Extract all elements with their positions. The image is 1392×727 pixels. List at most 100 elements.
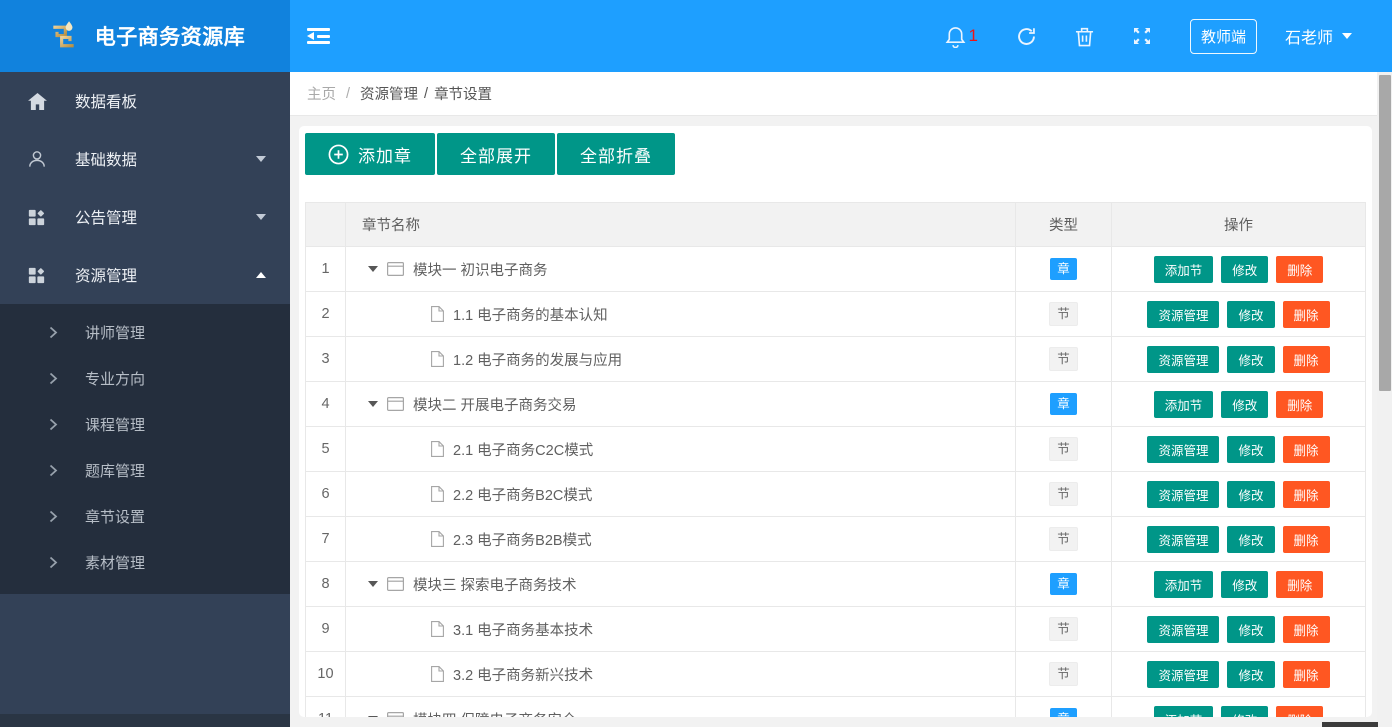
- delete-button[interactable]: 删除: [1282, 345, 1330, 373]
- resource-manage-button[interactable]: 资源管理: [1147, 660, 1220, 688]
- vertical-scrollbar-thumb[interactable]: [1378, 75, 1391, 391]
- edit-button[interactable]: 修改: [1221, 570, 1269, 598]
- user-menu[interactable]: 石老师: [1285, 24, 1352, 48]
- table-row: 6 2.2 电子商务B2C模式 节 资源管理 修改 删除: [305, 471, 1366, 517]
- add-section-button[interactable]: 添加节: [1153, 705, 1214, 717]
- add-section-button[interactable]: 添加节: [1153, 390, 1214, 418]
- table-row: 9 3.1 电子商务基本技术 节 资源管理 修改 删除: [305, 606, 1366, 652]
- sidebar-item-label: 公告管理: [75, 210, 138, 227]
- delete-button[interactable]: 删除: [1282, 480, 1330, 508]
- breadcrumb-separator: /: [346, 85, 351, 102]
- section-name: 2.2 电子商务B2C模式: [453, 487, 593, 504]
- chevron-down-icon: [256, 214, 266, 220]
- sidebar-item-announcement[interactable]: 公告管理: [0, 188, 290, 246]
- section-name: 3.1 电子商务基本技术: [453, 622, 594, 639]
- resource-manage-button[interactable]: 资源管理: [1147, 615, 1220, 643]
- role-badge[interactable]: 教师端: [1189, 18, 1257, 54]
- edit-button[interactable]: 修改: [1221, 705, 1269, 717]
- grid-icon: [28, 209, 48, 226]
- delete-button[interactable]: 删除: [1282, 660, 1330, 688]
- add-chapter-button[interactable]: 添加章: [305, 133, 435, 175]
- notifications-button[interactable]: 1: [945, 25, 978, 48]
- edit-button[interactable]: 修改: [1221, 255, 1269, 283]
- type-badge: 节: [1049, 526, 1078, 552]
- edit-button[interactable]: 修改: [1221, 390, 1269, 418]
- breadcrumb-separator: /: [424, 85, 429, 102]
- resource-manage-button[interactable]: 资源管理: [1147, 525, 1220, 553]
- edit-button[interactable]: 修改: [1227, 660, 1275, 688]
- sidebar-item-dashboard[interactable]: 数据看板: [0, 72, 290, 130]
- delete-button[interactable]: 删除: [1282, 300, 1330, 328]
- type-badge: 节: [1049, 616, 1078, 642]
- expand-all-button[interactable]: 全部展开: [437, 133, 555, 175]
- horizontal-scrollbar-thumb[interactable]: [1322, 722, 1378, 727]
- table-row: 11 模块四 保障电子商务安全 章 添加节修改删除: [305, 696, 1366, 717]
- submenu-item-label: 专业方向: [85, 370, 146, 388]
- collapse-caret-icon[interactable]: [368, 266, 378, 272]
- collapse-caret-icon[interactable]: [368, 716, 378, 717]
- refresh-button[interactable]: [1016, 26, 1037, 47]
- submenu-item-label: 课程管理: [85, 416, 146, 434]
- edit-button[interactable]: 修改: [1227, 480, 1275, 508]
- clear-cache-button[interactable]: [1075, 26, 1094, 47]
- chapter-folder-icon: [387, 262, 404, 276]
- fullscreen-button[interactable]: [1132, 26, 1152, 46]
- edit-button[interactable]: 修改: [1227, 525, 1275, 553]
- chevron-right-icon: [49, 418, 58, 431]
- delete-button[interactable]: 删除: [1276, 390, 1324, 418]
- delete-button[interactable]: 删除: [1282, 525, 1330, 553]
- sidebar-item-resource[interactable]: 资源管理: [0, 246, 290, 304]
- delete-button[interactable]: 删除: [1276, 570, 1324, 598]
- sidebar-submenu: 讲师管理专业方向课程管理题库管理 章节设置素材管理: [0, 304, 290, 594]
- logo[interactable]: 电子商务资源库: [0, 0, 290, 72]
- delete-button[interactable]: 删除: [1282, 615, 1330, 643]
- sidebar-item-label: 资源管理: [75, 268, 138, 285]
- sidebar-subitem-question-bank[interactable]: 题库管理: [0, 447, 290, 493]
- chapter-folder-icon: [387, 397, 404, 411]
- chapter-name: 模块一 初识电子商务: [413, 262, 548, 279]
- edit-button[interactable]: 修改: [1227, 300, 1275, 328]
- main-content: 主页 / 资源管理 / 章节设置 添加章 全部展开 全部折叠 章节名称 类型 操作 1 模块一…: [290, 72, 1377, 727]
- bell-icon: [945, 25, 966, 48]
- edit-button[interactable]: 修改: [1227, 435, 1275, 463]
- chevron-right-icon: [49, 510, 58, 523]
- resource-manage-button[interactable]: 资源管理: [1147, 345, 1220, 373]
- collapse-caret-icon[interactable]: [368, 401, 378, 407]
- table-row: 7 2.3 电子商务B2B模式 节 资源管理 修改 删除: [305, 516, 1366, 562]
- resource-manage-button[interactable]: 资源管理: [1147, 300, 1220, 328]
- type-badge: 节: [1049, 301, 1078, 327]
- header-main: 1 教师端 石老师: [290, 0, 1392, 72]
- collapse-caret-icon[interactable]: [368, 581, 378, 587]
- row-number: 1: [305, 246, 346, 292]
- edit-button[interactable]: 修改: [1227, 615, 1275, 643]
- chapter-table: 章节名称 类型 操作 1 模块一 初识电子商务章添加节 修改 删除 2 1.1 电子商务的…: [305, 202, 1366, 717]
- submenu-item-label: 素材管理: [85, 554, 146, 572]
- delete-button[interactable]: 删除: [1276, 255, 1324, 283]
- delete-button[interactable]: 删除: [1276, 705, 1324, 717]
- sidebar-item-basic-data[interactable]: 基础数据: [0, 130, 290, 188]
- collapse-all-button[interactable]: 全部折叠: [557, 133, 675, 175]
- table-header-row: 章节名称 类型 操作: [305, 202, 1366, 247]
- refresh-icon: [1016, 26, 1037, 47]
- section-file-icon: [431, 531, 444, 547]
- collapse-sidebar-icon[interactable]: [307, 28, 330, 44]
- resource-manage-button[interactable]: 资源管理: [1147, 480, 1220, 508]
- chevron-right-icon: [49, 464, 58, 477]
- section-file-icon: [431, 666, 444, 682]
- sidebar-subitem-lecturer[interactable]: 讲师管理: [0, 309, 290, 355]
- chapter-folder-icon: [387, 712, 404, 717]
- page-body: 添加章 全部展开 全部折叠 章节名称 类型 操作 1 模块一 初识电子商务章添加节 修改…: [290, 116, 1377, 717]
- section-name: 1.1 电子商务的基本认知: [453, 307, 608, 324]
- sidebar-subitem-course[interactable]: 课程管理: [0, 401, 290, 447]
- add-section-button[interactable]: 添加节: [1153, 570, 1214, 598]
- sidebar-subitem-material[interactable]: 素材管理: [0, 539, 290, 585]
- add-section-button[interactable]: 添加节: [1153, 255, 1214, 283]
- delete-button[interactable]: 删除: [1282, 435, 1330, 463]
- sidebar: 数据看板 基础数据公告管理资源管理讲师管理专业方向课程管理题库管理 章节设置素材管理: [0, 72, 290, 727]
- breadcrumb-item[interactable]: 主页: [307, 83, 336, 104]
- resource-manage-button[interactable]: 资源管理: [1147, 435, 1220, 463]
- table-row: 8 模块三 探索电子商务技术 章 添加节 修改 删除: [305, 561, 1366, 607]
- sidebar-subitem-chapter-settings[interactable]: 章节设置: [0, 493, 290, 539]
- sidebar-subitem-major[interactable]: 专业方向: [0, 355, 290, 401]
- edit-button[interactable]: 修改: [1227, 345, 1275, 373]
